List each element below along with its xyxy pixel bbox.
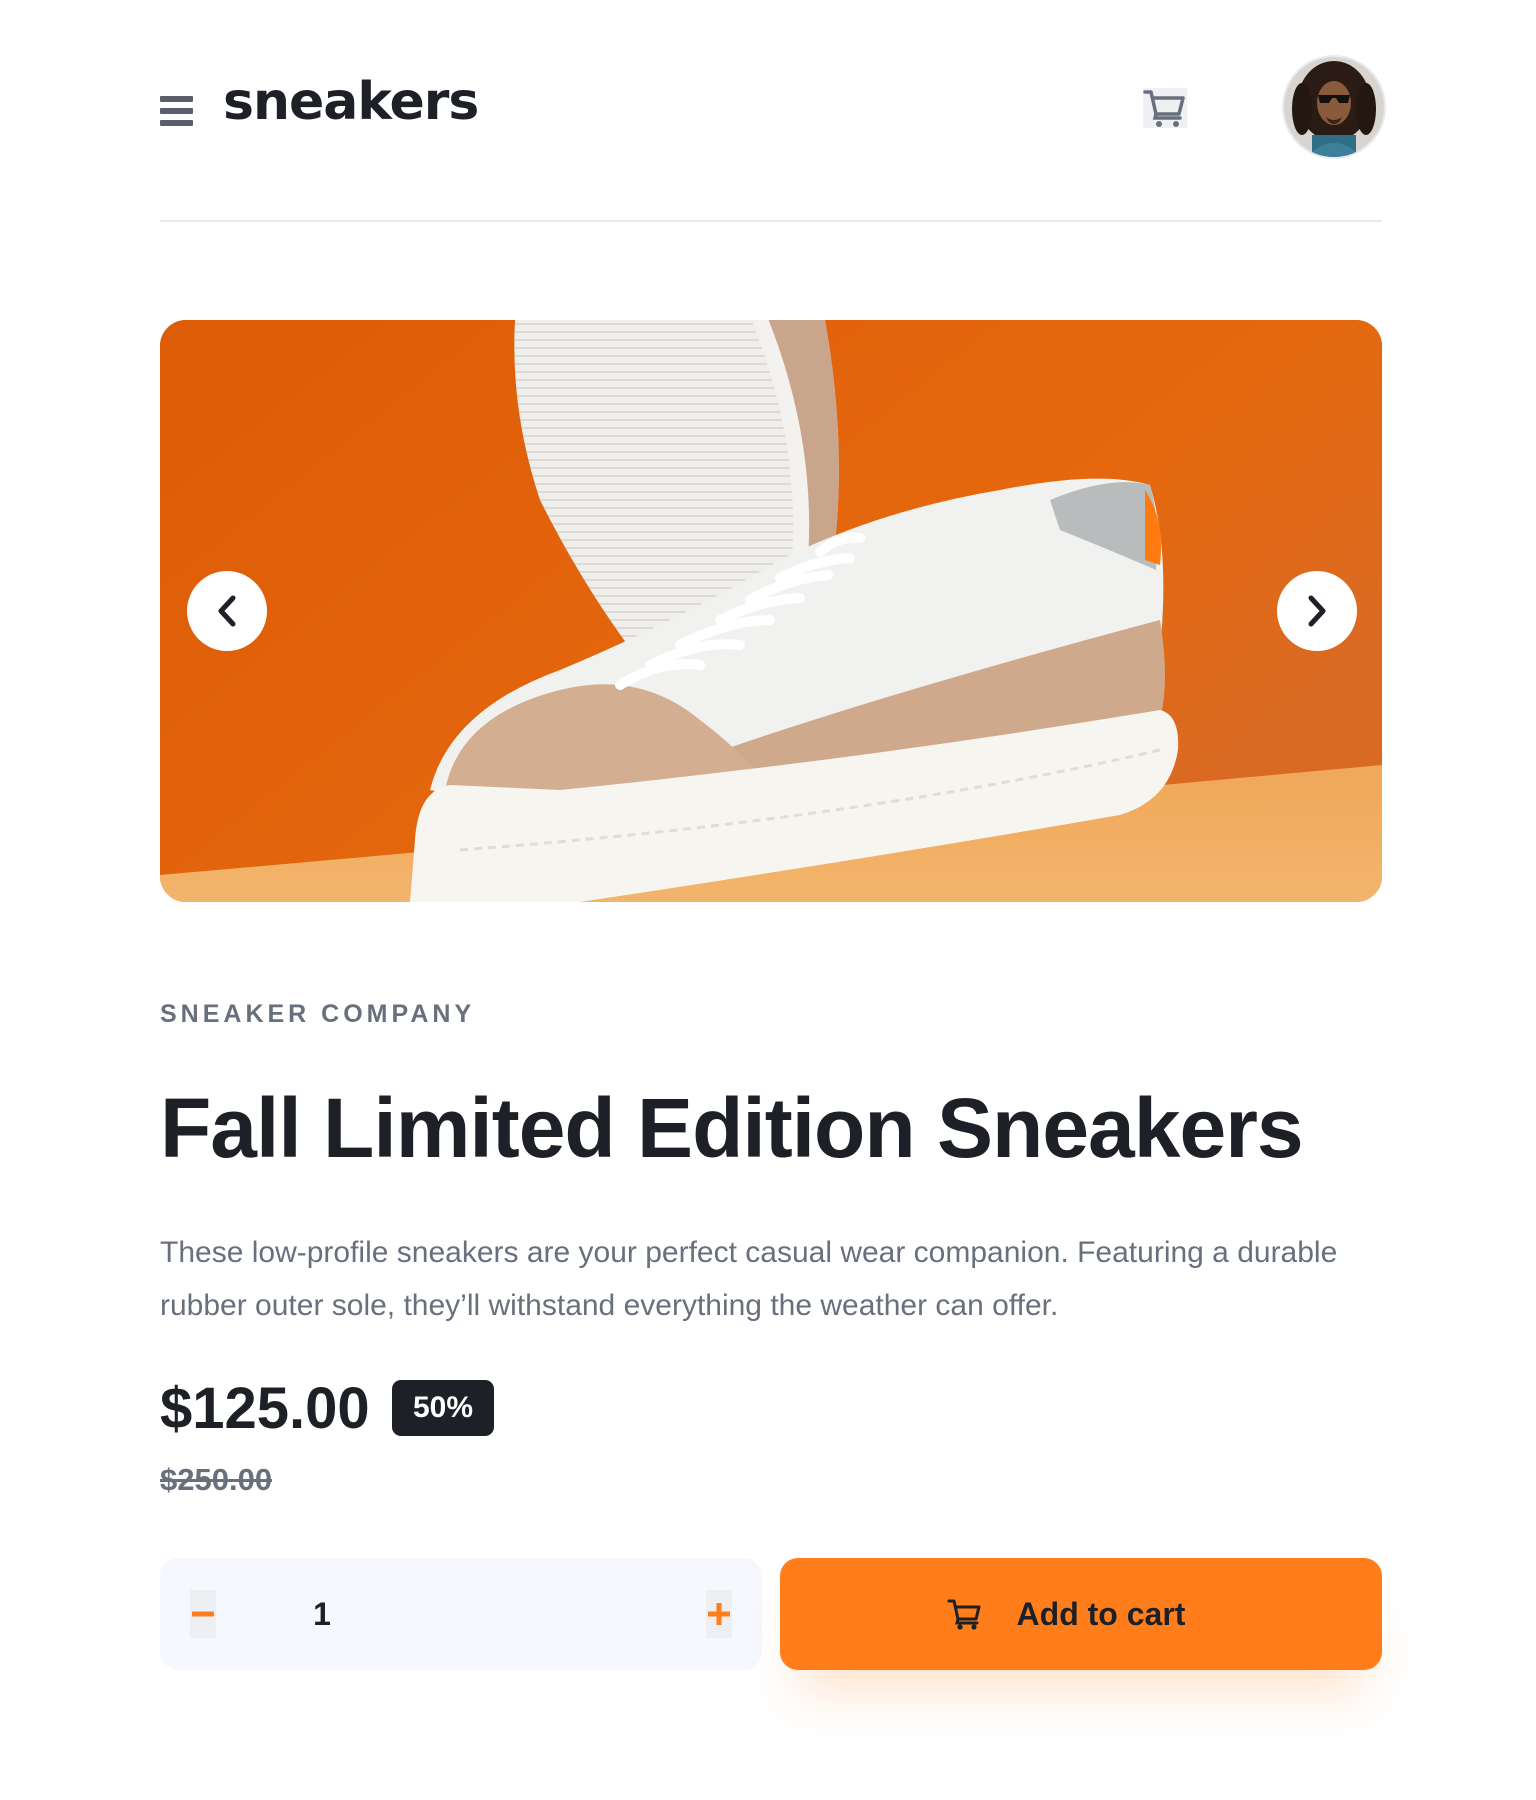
product-title: Fall Limited Edition Sneakers [160,1081,1304,1175]
logo[interactable]: sneakers [223,72,479,132]
company-name: SNEAKER COMPANY [160,1000,476,1028]
site-header: sneakers [160,52,1384,162]
header-divider [160,220,1382,222]
next-image-button[interactable] [1277,571,1357,651]
current-price: $125.00 [160,1376,370,1441]
product-gallery [160,320,1382,902]
chevron-left-icon [218,595,236,627]
minus-icon [192,1611,214,1617]
avatar[interactable] [1284,57,1384,157]
original-price: $250.00 [160,1462,273,1497]
quantity-number: 1 [313,1596,331,1632]
plus-icon [708,1603,730,1625]
previous-image-button[interactable] [187,571,267,651]
cart-icon[interactable] [1141,84,1189,132]
product-description: These low-profile sneakers are your perf… [160,1236,1338,1322]
quantity-value[interactable]: 1 [160,1558,762,1670]
chevron-right-icon [1308,595,1326,627]
add-to-cart-button[interactable]: Add to cart [780,1558,1382,1670]
add-to-cart-label: Add to cart [1016,1595,1186,1632]
hamburger-menu-icon[interactable] [160,96,193,126]
cart-icon [947,1599,981,1630]
product-image [160,320,1382,902]
discount-badge: 50% [392,1380,494,1436]
quantity-stepper: 1 [160,1558,762,1670]
increase-quantity-button[interactable] [706,1590,732,1638]
decrease-quantity-button[interactable] [190,1590,216,1638]
